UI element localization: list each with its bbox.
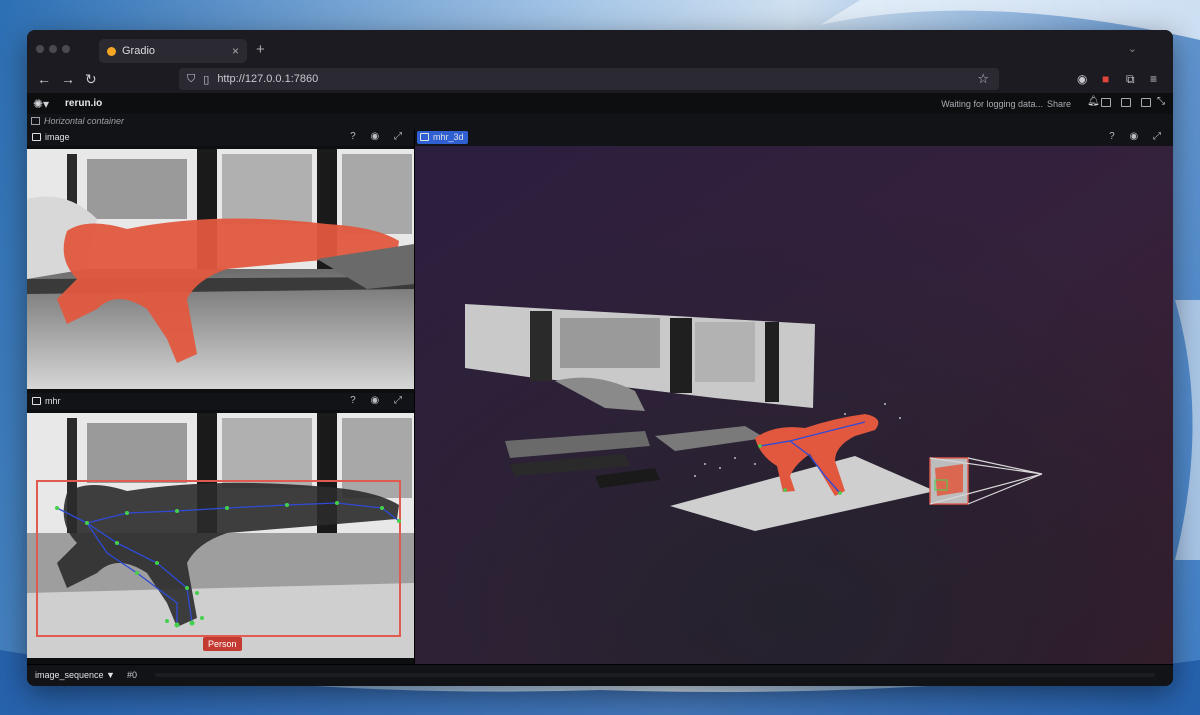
person-annotation-label: Person [203, 637, 242, 651]
shield-icon[interactable]: ⛉ [187, 73, 195, 86]
image-view-actions[interactable]: ? ◉ ⤢ [350, 131, 408, 142]
mhr-view-icon [32, 397, 41, 405]
status-text: Waiting for logging data... [941, 99, 1043, 109]
frame-indicator: #0 [127, 670, 138, 680]
image-view-label: image [45, 132, 70, 142]
image-view-tab[interactable]: image [29, 131, 74, 144]
notification-icon[interactable]: 🔔︎ [1087, 96, 1100, 107]
tab-title: Gradio [122, 45, 156, 57]
bookmark-star-icon[interactable]: ☆ [977, 71, 989, 87]
rerun-logo-icon[interactable]: ✺▾ [33, 97, 49, 111]
mhr-view-header[interactable]: mhr ? ◉ ⤢ [27, 393, 414, 410]
page-icon: ▯ [203, 73, 210, 86]
mhr3d-view-label: mhr_3d [433, 132, 464, 142]
mhr3d-viewport[interactable] [415, 146, 1173, 664]
collapse-icon[interactable]: ⤡ [1157, 96, 1167, 107]
share-button[interactable]: Share [1047, 99, 1071, 109]
menu-icon[interactable]: ≡ [1150, 72, 1157, 86]
gradio-favicon-icon [107, 46, 116, 56]
right-panel-toggle-icon[interactable] [1141, 98, 1151, 107]
horizontal-container-icon [31, 117, 40, 125]
3d-scene [415, 146, 1173, 664]
reload-icon[interactable]: ↻ [85, 71, 97, 87]
mhr-photo [27, 413, 414, 658]
url-bar[interactable]: ⛉ ▯ http://127.0.0.1:7860 ☆ [179, 68, 999, 90]
extensions-icon[interactable]: ⧉ [1126, 72, 1135, 87]
mhr-view[interactable]: Person [27, 413, 414, 658]
left-panel-toggle-icon[interactable] [1101, 98, 1111, 107]
extension-badge-icon[interactable]: ■ [1102, 72, 1109, 86]
close-window-dot[interactable] [36, 45, 44, 53]
back-arrow-icon[interactable]: ← [37, 71, 51, 87]
views-area: image ? ◉ ⤢ mhr ? ◉ ⤢ Person mhr_3d ? ◉ … [27, 129, 1173, 664]
app-name: rerun.io [65, 98, 103, 109]
mhr-view-actions[interactable]: ? ◉ ⤢ [350, 395, 408, 406]
timeline-bar: image_sequence ▼ #0 [27, 664, 1173, 686]
chevron-down-icon[interactable]: ⌄ [1128, 42, 1137, 55]
new-tab-button[interactable]: + [256, 41, 265, 58]
container-header[interactable]: Horizontal container [27, 114, 1173, 129]
forward-arrow-icon[interactable]: → [61, 71, 75, 87]
bottom-panel-toggle-icon[interactable] [1121, 98, 1131, 107]
tab-gradio[interactable]: Gradio × [99, 39, 247, 63]
image-view-icon [32, 133, 41, 141]
timeline-selector[interactable]: image_sequence ▼ [35, 670, 115, 680]
close-tab-icon[interactable]: × [232, 44, 239, 58]
image-view-header[interactable]: image ? ◉ ⤢ [27, 129, 414, 146]
tab-strip: Gradio × + ⌄ [27, 30, 1173, 66]
mhr3d-view-tab[interactable]: mhr_3d [417, 131, 468, 144]
url-text[interactable]: http://127.0.0.1:7860 [217, 73, 318, 85]
container-label: Horizontal container [44, 116, 125, 126]
browser-window: Gradio × + ⌄ ← → ↻ ⛉ ▯ http://127.0.0.1:… [27, 30, 1173, 686]
mhr-view-label: mhr [45, 396, 61, 406]
account-icon[interactable]: ◉ [1077, 72, 1087, 86]
mhr3d-view-actions[interactable]: ? ◉ ⤢ [1109, 131, 1167, 142]
timeline-scrubber[interactable] [155, 673, 1155, 677]
image-photo [27, 149, 414, 389]
image-view[interactable] [27, 149, 414, 389]
minimize-window-dot[interactable] [49, 45, 57, 53]
mhr-view-tab[interactable]: mhr [29, 395, 65, 408]
mhr3d-view-header[interactable]: mhr_3d ? ◉ ⤢ [415, 129, 1173, 146]
rerun-top-bar: ✺▾ rerun.io Waiting for logging data... … [27, 94, 1173, 114]
navigation-bar: ← → ↻ ⛉ ▯ http://127.0.0.1:7860 ☆ ◉ ■ ⧉ … [27, 66, 1173, 94]
3d-view-icon [420, 133, 429, 141]
zoom-window-dot[interactable] [62, 45, 70, 53]
